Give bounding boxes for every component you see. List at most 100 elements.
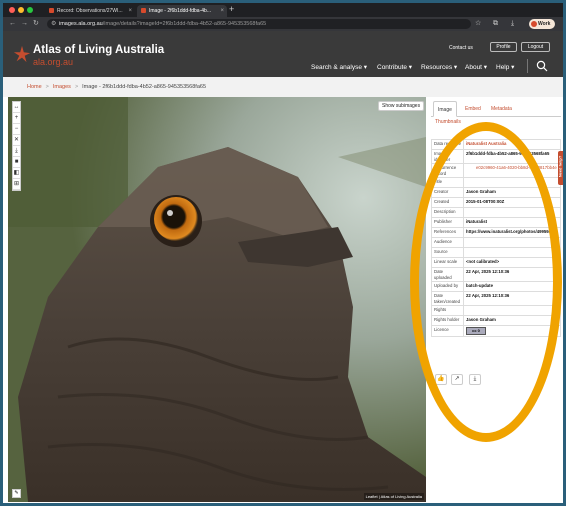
metadata-key: Occurrence record	[431, 163, 464, 178]
close-tab-icon[interactable]: ×	[128, 5, 132, 17]
url-host: images.ala.org.au	[59, 21, 103, 27]
breadcrumb-separator: >	[45, 84, 49, 90]
forward-icon[interactable]: →	[21, 19, 28, 29]
metadata-row: Uploaded by batch-update	[431, 281, 561, 292]
draw-rectangle-icon[interactable]: ■	[13, 157, 20, 168]
metadata-key: Image identifier	[431, 149, 464, 164]
metadata-row: References https://www.inaturalist.org/ph…	[431, 227, 561, 238]
metadata-key: Date uploaded	[431, 267, 464, 282]
cc-license-badge-icon[interactable]: cc 0	[466, 327, 486, 335]
metadata-key: Source	[431, 247, 464, 258]
metadata-key: References	[431, 227, 464, 238]
metadata-value: 2f6b1ddd-fdba-4b52-a865-945353568fa65	[463, 149, 561, 164]
download-icon[interactable]: ⤓	[511, 19, 514, 29]
zoom-in-icon[interactable]: +	[13, 113, 20, 124]
profile-label: Work	[538, 21, 551, 27]
metadata-row: Date uploaded 22 Apr, 2025 12:10:36	[431, 267, 561, 282]
grid-icon[interactable]: ⊞	[13, 179, 20, 190]
tab-title: Image - 2f6b1ddd-fdba-4b...	[149, 8, 211, 14]
metadata-value[interactable]: https://www.inaturalist.org/photos/49959…	[463, 227, 561, 238]
metadata-value	[463, 305, 561, 316]
image-viewer[interactable]: ↔ + − ✕ ⤓ ■ ◧ ⊞ Show subimages ✎ Leaflet…	[8, 97, 426, 502]
map-attribution: Leaflet | Atlas of Living Australia	[363, 493, 424, 500]
download-image-icon[interactable]: ⤓	[13, 146, 20, 157]
metadata-key: Uploaded by	[431, 281, 464, 292]
edit-icon[interactable]: ✎	[12, 489, 21, 498]
metadata-row: Description	[431, 207, 561, 218]
new-tab-button[interactable]: +	[229, 4, 234, 14]
metadata-row: Image identifier 2f6b1ddd-fdba-4b52-a865-…	[431, 149, 561, 164]
metadata-key: Creator	[431, 187, 464, 198]
close-tab-icon[interactable]: ×	[220, 5, 224, 17]
metadata-row: Audience	[431, 237, 561, 248]
tab-record[interactable]: Record: Observations/27WI... ×	[45, 5, 135, 17]
address-bar[interactable]: ⚙ images.ala.org.au/image/details?imageI…	[47, 19, 471, 29]
tab-metadata[interactable]: Metadata	[487, 101, 516, 117]
occurrence-link[interactable]: e02c9960-41a6-4020-bb8d-40fb0817bb4e	[466, 165, 558, 171]
metadata-row: Date taken/created 22 Apr, 2025 12:10:36	[431, 291, 561, 306]
panel-tabs: Image Embed Metadata	[431, 101, 561, 117]
image-metadata-table: Data resource iNaturalist Australia Image …	[431, 139, 561, 337]
profile-link-button[interactable]: Profile	[490, 42, 517, 52]
logout-button[interactable]: Logout	[521, 42, 550, 52]
metadata-key: Audience	[431, 237, 464, 248]
metadata-row: Licence cc 0	[431, 325, 561, 337]
metadata-key: Licence	[431, 325, 464, 337]
breadcrumb-images[interactable]: Images	[53, 84, 71, 90]
tab-image-info[interactable]: Image	[433, 101, 457, 117]
extensions-icon[interactable]: ⧉	[493, 19, 498, 29]
menu-help[interactable]: Help ▾	[496, 63, 514, 71]
site-title[interactable]: Atlas of Living Australia	[33, 44, 164, 56]
reload-icon[interactable]: ↻	[33, 19, 39, 29]
reset-view-icon[interactable]: ✕	[13, 135, 20, 146]
close-window-button[interactable]	[9, 7, 15, 13]
metadata-row: Rights holder Jason Graham	[431, 315, 561, 326]
metadata-value[interactable]: e02c9960-41a6-4020-bb8d-40fb0817bb4e	[463, 163, 561, 178]
back-icon[interactable]: ←	[9, 19, 16, 29]
metadata-row: Created 2015-01-08T00:00Z	[431, 197, 561, 208]
breadcrumb-current: Image - 2f6b1ddd-fdba-4b52-a865-94535356…	[82, 84, 207, 90]
download-button[interactable]: ⤓	[469, 374, 481, 385]
ala-logo-icon[interactable]	[13, 45, 31, 63]
breadcrumb-home[interactable]: Home	[27, 84, 42, 90]
menu-about[interactable]: About ▾	[465, 63, 487, 71]
avatar	[531, 21, 537, 27]
contact-us-link[interactable]: Contact us	[449, 45, 473, 51]
metadata-row: Data resource iNaturalist Australia	[431, 139, 561, 150]
metadata-key: Publisher	[431, 217, 464, 228]
minimize-window-button[interactable]	[18, 7, 24, 13]
tab-image[interactable]: Image - 2f6b1ddd-fdba-4b... ×	[137, 5, 227, 17]
metadata-value[interactable]: iNaturalist Australia	[463, 139, 561, 150]
share-icon[interactable]: ↗	[451, 374, 463, 385]
tab-embed[interactable]: Embed	[461, 101, 485, 117]
menu-search-analyse[interactable]: Search & analyse ▾	[311, 63, 367, 71]
image-info-panel: Image Embed Metadata Thumbnails Data res…	[427, 97, 563, 503]
metadata-value: Jason Graham	[463, 315, 561, 326]
metadata-value	[463, 247, 561, 258]
search-icon[interactable]	[536, 60, 548, 72]
menu-contribute[interactable]: Contribute ▾	[377, 63, 412, 71]
maximize-window-button[interactable]	[27, 7, 33, 13]
need-help-tab[interactable]: Need help?	[557, 151, 563, 185]
thumbnails-link[interactable]: Thumbnails	[435, 119, 461, 125]
bookmark-star-icon[interactable]: ☆	[475, 19, 481, 29]
site-info-icon[interactable]: ⚙	[51, 19, 56, 29]
metadata-value: cc 0	[463, 325, 561, 337]
layer-toggle-icon[interactable]: ◧	[13, 168, 20, 179]
metadata-value: Jason Graham	[463, 187, 561, 198]
ala-favicon-icon	[141, 8, 146, 13]
profile-button[interactable]: Work	[529, 19, 555, 29]
metadata-key: Data resource	[431, 139, 464, 150]
metadata-row: Publisher iNaturalist	[431, 217, 561, 228]
zoom-out-icon[interactable]: −	[13, 124, 20, 135]
like-icon[interactable]: 👍	[435, 374, 447, 385]
site-header: Atlas of Living Australia ala.org.au Con…	[3, 31, 563, 77]
metadata-key: Rights	[431, 305, 464, 316]
metadata-key: Linear scale	[431, 257, 464, 268]
browser-toolbar: ← → ↻ ⚙ images.ala.org.au/image/details?…	[3, 17, 563, 31]
metadata-value	[463, 207, 561, 218]
metadata-value: <not calibrated>	[463, 257, 561, 268]
pan-control-icon[interactable]: ↔	[13, 102, 20, 113]
menu-resources[interactable]: Resources ▾	[421, 63, 457, 71]
show-subimages-button[interactable]: Show subimages	[378, 101, 425, 111]
